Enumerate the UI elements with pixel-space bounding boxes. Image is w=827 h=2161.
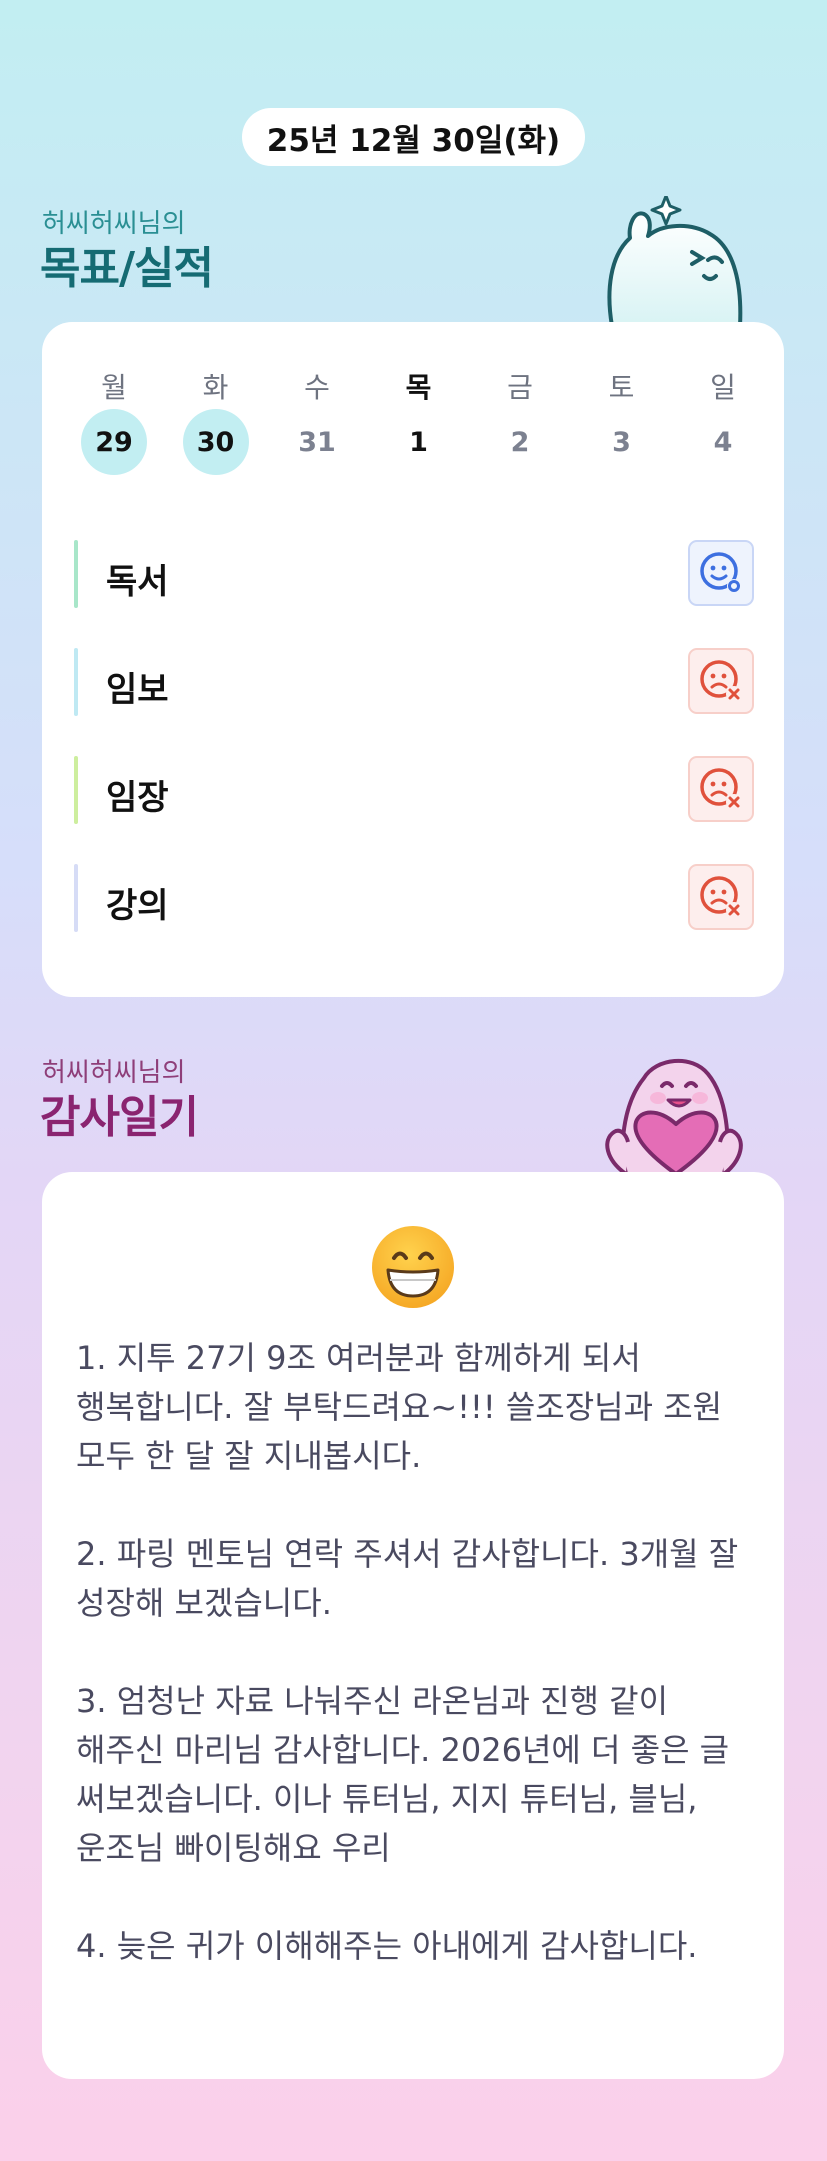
goal-color-bar [74,864,78,932]
calendar-day[interactable]: 30 [182,409,249,475]
goal-status-missed-icon[interactable] [688,648,754,714]
calendar-day[interactable]: 3 [589,409,655,475]
goals-section-title: 목표/실적 [40,243,214,294]
weekday-label: 화 [202,371,229,404]
date-pill[interactable]: 25년 12월 30일(화) [242,108,585,166]
heart-mascot-icon [605,1059,743,1174]
goal-name: 임보 [106,670,169,710]
goal-color-bar [74,540,78,608]
goal-name: 임장 [106,778,169,818]
weekday-label: 금 [507,371,533,404]
goal-row-lecture[interactable]: 강의 [74,864,754,932]
goal-row-reading[interactable]: 독서 [74,540,754,608]
goal-status-missed-icon[interactable] [688,864,754,930]
calendar-day[interactable]: 2 [487,409,553,475]
goal-color-bar [74,756,78,824]
goal-status-achieved-icon[interactable] [688,540,754,606]
goal-name: 강의 [106,886,169,926]
goal-status-missed-icon[interactable] [688,756,754,822]
weekday-label: 목 [405,371,432,404]
goals-card: 월 29 화 30 수 31 목 1 금 2 토 3 일 4 독서 임보 임장 … [42,322,784,997]
goal-row-imbo[interactable]: 임보 [74,648,754,716]
weekday-label: 월 [101,371,127,404]
ghost-mascot-icon [607,196,743,326]
goal-name: 독서 [106,562,169,602]
thanks-diary-card: 1. 지투 27기 9조 여러분과 함께하게 되서 행복합니다. 잘 부탁드려요… [42,1172,784,2079]
weekday-label: 수 [304,371,330,404]
thanks-section-title: 감사일기 [40,1092,199,1143]
goal-row-imjang[interactable]: 임장 [74,756,754,824]
calendar-day[interactable]: 29 [81,409,147,475]
weekday-label: 일 [710,371,736,404]
thanks-diary-text: 1. 지투 27기 9조 여러분과 함께하게 되서 행복합니다. 잘 부탁드려요… [76,1339,739,1965]
goal-color-bar [74,648,78,716]
calendar-day[interactable]: 1 [386,409,452,475]
calendar-day[interactable]: 31 [284,409,350,475]
grinning-face-icon [372,1226,454,1308]
calendar-day[interactable]: 4 [690,409,756,475]
weekday-label: 토 [608,371,635,404]
